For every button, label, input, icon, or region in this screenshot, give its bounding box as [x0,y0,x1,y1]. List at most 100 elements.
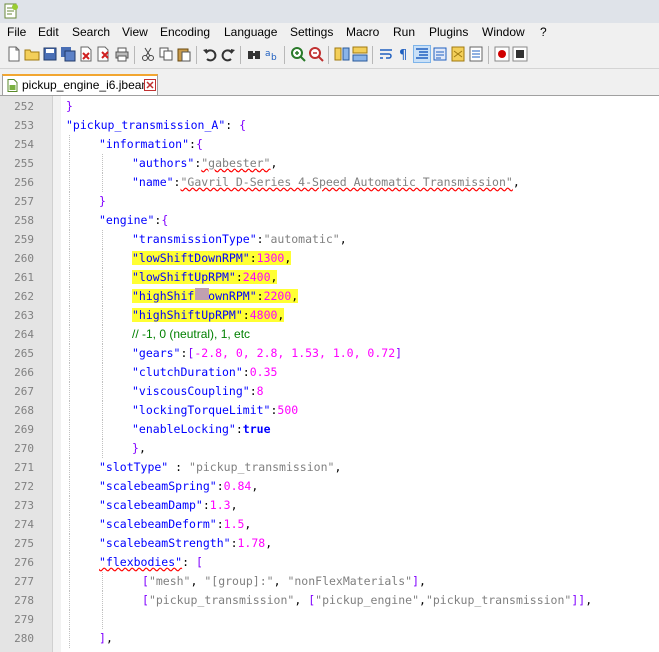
menu-macro[interactable]: Macro [346,25,379,39]
close-icon[interactable] [78,46,94,62]
line-number: 264 [14,328,34,341]
code-token: "lockingTorqueLimit" [132,403,271,417]
function-list-icon[interactable] [468,46,484,62]
print-icon[interactable] [114,46,130,62]
save-all-icon[interactable] [60,46,76,62]
code-token: { [239,118,247,132]
indent-guide [102,363,103,382]
code-token: 1.78 [237,536,266,550]
menu-help[interactable]: ? [540,25,547,39]
tab-close-icon[interactable] [144,79,156,91]
code-text: "lockingTorqueLimit":500 [132,401,298,420]
code-token: , [277,308,285,322]
new-file-icon[interactable] [6,46,22,62]
indent-guide [69,458,70,477]
code-text: ["mesh", "[group]:", "nonFlexMaterials"]… [142,572,426,591]
code-token: , [339,232,347,246]
code-token: : [182,555,196,569]
stop-macro-icon[interactable] [512,46,528,62]
doc-map-icon[interactable] [450,46,466,62]
indent-guide [69,591,70,610]
code-text: "lowShiftUpRPM":2400, [132,268,278,287]
code-token: "[group]:" [204,574,274,588]
toolbar: ab ¶ [0,42,659,69]
code-text: } [66,97,73,116]
code-token: { [161,213,169,227]
code-text: "slotType" : "pickup_transmission", [99,458,341,477]
word-wrap-icon[interactable] [378,46,394,62]
line-number: 257 [14,195,34,208]
cut-icon[interactable] [140,46,156,62]
menu-run[interactable]: Run [393,25,415,39]
line-number: 260 [14,252,34,265]
code-line: 269 "enableLocking":true [0,420,659,439]
sync-horizontal-icon[interactable] [352,46,368,62]
indent-guide [102,154,103,173]
open-file-icon[interactable] [24,46,40,62]
code-token: 2400 [242,270,271,284]
line-number: 275 [14,537,34,550]
record-macro-icon[interactable] [494,46,510,62]
indent-guide [69,344,70,363]
indent-guide-icon[interactable] [413,45,431,63]
code-token: ] [412,574,420,588]
menu-settings[interactable]: Settings [290,25,333,39]
code-line: 262 "highShiftDownRPM":2200, [0,287,659,306]
code-editor[interactable]: 252} 253 "pickup_transmission_A": {254 "inf… [0,96,659,652]
code-token: , [284,251,292,265]
find-icon[interactable] [246,46,262,62]
code-line: 267 "viscousCoupling":8 [0,382,659,401]
indent-guide [102,420,103,439]
code-line: 272 "scalebeamSpring":0.84, [0,477,659,496]
code-text: ], [99,629,113,648]
code-line: 274 "scalebeamDeform":1.5, [0,515,659,534]
menu-encoding[interactable]: Encoding [160,25,210,39]
show-all-chars-icon[interactable]: ¶ [396,46,412,62]
menu-view[interactable]: View [122,25,148,39]
line-number: 256 [14,176,34,189]
code-token: "slotType" [99,460,169,474]
menu-plugins[interactable]: Plugins [429,25,468,39]
save-icon[interactable] [42,46,58,62]
menu-file[interactable]: File [7,25,26,39]
code-token: "gabester" [201,156,271,170]
copy-icon[interactable] [158,46,174,62]
zoom-out-icon[interactable] [308,46,324,62]
code-token: "pickup_transmission" [148,593,295,607]
code-text: "scalebeamDamp":1.3, [99,496,238,515]
close-all-icon[interactable] [96,46,112,62]
zoom-in-icon[interactable] [290,46,306,62]
replace-icon[interactable]: ab [264,46,280,62]
code-token: "engine" [99,213,155,227]
tab-pickup-engine-i6[interactable]: pickup_engine_i6.jbeam [2,74,158,95]
line-number: 259 [14,233,34,246]
indent-guide [102,591,103,610]
title-bar [0,0,659,24]
menu-window[interactable]: Window [482,25,525,39]
line-number: 254 [14,138,34,151]
indent-guide [102,439,103,458]
code-token: "authors" [132,156,195,170]
indent-guide [69,515,70,534]
code-token: 2200 [263,289,292,303]
redo-icon[interactable] [220,46,236,62]
code-token: "scalebeamSpring" [99,479,217,493]
toolbar-separator [196,46,197,64]
code-token: "pickup_transmission" [189,460,335,474]
code-text: // -1, 0 (neutral), 1, etc [132,325,250,344]
menu-edit[interactable]: Edit [38,25,59,39]
code-token: , [512,175,520,189]
undo-icon[interactable] [202,46,218,62]
code-token: [ [142,593,149,607]
menu-language[interactable]: Language [224,25,277,39]
highlight-marker: "highShiftUpRPM":4800, [132,308,285,322]
code-token: 1300 [256,251,285,265]
code-token: 8 [256,384,264,398]
menu-search[interactable]: Search [72,25,110,39]
sync-vertical-icon[interactable] [334,46,350,62]
code-line: 279 [0,610,659,629]
paste-icon[interactable] [176,46,192,62]
user-lang-icon[interactable] [432,46,448,62]
indent-guide [69,173,70,192]
indent-guide [102,287,103,306]
